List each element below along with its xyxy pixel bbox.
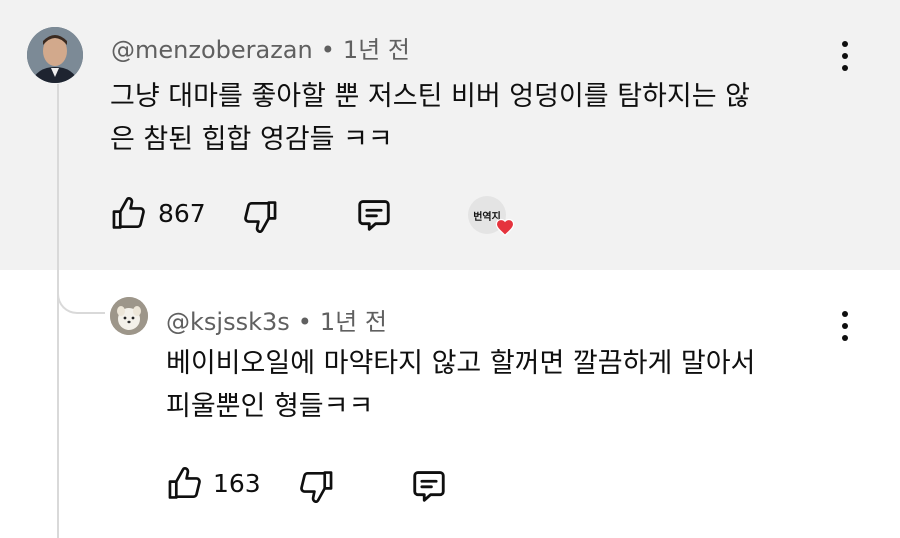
reply-meta: @ksjssk3s • 1년 전 (166, 302, 387, 337)
reply-text-line-2: 피울뿐인 형들ㅋㅋ (166, 391, 374, 422)
comment-time: 1년 전 (342, 36, 410, 64)
comment-author[interactable]: @menzoberazan (111, 36, 313, 64)
thread-line (57, 84, 59, 538)
dislike-button[interactable] (297, 467, 335, 509)
thumbs-down-icon (244, 201, 277, 234)
reply-text: 베이비오일에 마약타지 않고 할꺼면 깔끔하게 말아서 피울뿐인 형들ㅋㅋ (166, 342, 755, 428)
commenter-avatar[interactable] (27, 27, 83, 83)
reply-connector (57, 258, 105, 314)
thumbs-down-icon (300, 471, 333, 504)
replier-avatar[interactable] (110, 297, 148, 335)
reply-author[interactable]: @ksjssk3s (166, 308, 290, 336)
comment-text-line-2: 은 참된 힙합 영감들 ㅋㅋ (110, 124, 393, 155)
comment-icon (413, 471, 445, 502)
dislike-button[interactable] (241, 197, 279, 239)
meta-separator: • (320, 36, 335, 64)
thumbs-up-icon (168, 466, 201, 499)
reply-button[interactable] (355, 196, 393, 238)
comment-icon (358, 200, 390, 231)
meta-separator: • (297, 308, 312, 336)
reply-time: 1년 전 (319, 308, 387, 336)
thumbs-up-icon (112, 196, 145, 229)
reply-text-line-1: 베이비오일에 마약타지 않고 할꺼면 깔끔하게 말아서 (166, 348, 756, 379)
comment-text-line-1: 그냥 대마를 좋아할 뿐 저스틴 비버 엉덩이를 탐하지는 않 (110, 81, 750, 112)
like-count: 163 (213, 469, 261, 498)
more-options-icon[interactable] (840, 311, 850, 341)
reply-button[interactable] (410, 467, 448, 509)
comment-meta: @menzoberazan • 1년 전 (111, 30, 410, 65)
more-options-icon[interactable] (840, 41, 850, 71)
comment-text: 그냥 대마를 좋아할 뿐 저스틴 비버 엉덩이를 탐하지는 않 은 참된 힙합 … (110, 75, 750, 161)
like-count: 867 (158, 199, 206, 228)
like-button[interactable] (110, 195, 148, 237)
heart-icon (495, 218, 515, 236)
like-button[interactable] (166, 465, 204, 507)
